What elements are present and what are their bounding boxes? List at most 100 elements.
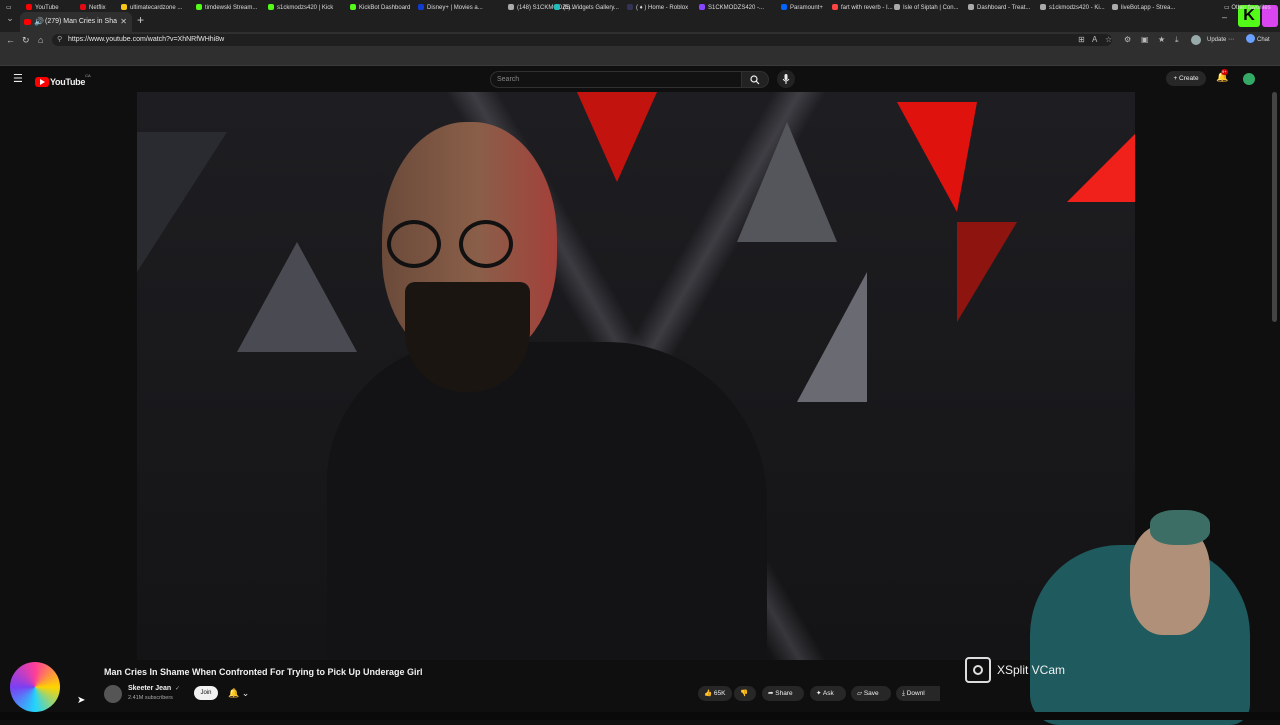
microphone-icon bbox=[782, 74, 790, 84]
bookmark-label: S1CKMODZS420 -... bbox=[708, 5, 765, 11]
download-button[interactable]: ⤓ Downl bbox=[896, 686, 940, 701]
create-button[interactable]: + Create bbox=[1166, 71, 1206, 86]
bookmark-favicon-icon bbox=[832, 4, 838, 10]
speaker-beard bbox=[405, 282, 530, 392]
stream-overlay-logo bbox=[10, 662, 60, 712]
bookmark-favicon-icon bbox=[196, 4, 202, 10]
bookmark-favicon-icon bbox=[699, 4, 705, 10]
hamburger-menu-icon[interactable]: ☰ bbox=[13, 73, 23, 85]
bookmark-item[interactable]: s1ckmodzs420 | Kick bbox=[268, 0, 333, 16]
voice-search-button[interactable] bbox=[777, 70, 795, 88]
bookmark-item[interactable]: liveBot.app - Strea... bbox=[1112, 0, 1175, 16]
bookmark-item[interactable]: KickBot Dashboard bbox=[350, 0, 410, 16]
subscription-bell-icon[interactable]: 🔔 ⌄ bbox=[228, 686, 249, 700]
reload-icon[interactable]: ↻ bbox=[22, 34, 30, 46]
bookmark-item[interactable]: Isle of Siptah | Con... bbox=[894, 0, 959, 16]
bookmark-other-favorites[interactable]: ▭ Other favorites bbox=[1224, 0, 1271, 16]
bookmark-item[interactable]: ultimatecardzone ... bbox=[121, 0, 182, 16]
channel-subscribers: 2.41M subscribers bbox=[128, 695, 173, 701]
share-button[interactable]: ➦ Share bbox=[762, 686, 804, 701]
bottom-edge bbox=[0, 712, 1280, 720]
bookmark-label: timdewski Stream... bbox=[205, 5, 258, 11]
xsplit-logo-icon bbox=[965, 657, 991, 683]
bookmark-label: (6) Widgets Gallery... bbox=[563, 5, 619, 11]
url-text[interactable]: https://www.youtube.com/watch?v=XhNRfWHh… bbox=[68, 34, 224, 46]
bookmark-item[interactable]: ( ♦ ) Home - Roblox bbox=[627, 0, 688, 16]
favorites-icon[interactable]: ★ bbox=[1158, 34, 1165, 46]
bookmark-item[interactable]: Paramount+ bbox=[781, 0, 823, 16]
verified-badge-icon: ✓ bbox=[175, 686, 181, 692]
bookmark-label: KickBot Dashboard bbox=[359, 5, 411, 11]
downloads-icon[interactable]: ⤓ bbox=[1175, 34, 1179, 46]
background-red-triangle bbox=[1067, 132, 1135, 202]
page-scrollbar[interactable] bbox=[1272, 92, 1277, 322]
bookmark-label: YouTube bbox=[35, 5, 59, 11]
search-icon bbox=[750, 75, 760, 85]
bookmark-favicon-icon bbox=[554, 4, 560, 10]
search-button[interactable] bbox=[741, 71, 769, 88]
favorite-star-icon[interactable]: ☆ bbox=[1105, 34, 1112, 46]
notification-count-badge: 9+ bbox=[1221, 69, 1228, 75]
bookmarks-folder-icon[interactable]: ▭ bbox=[6, 0, 12, 16]
bookmark-favicon-icon bbox=[26, 4, 32, 10]
bookmark-item[interactable]: YouTube bbox=[26, 0, 59, 16]
youtube-favicon-icon bbox=[24, 19, 31, 25]
bookmark-favicon-icon bbox=[508, 4, 514, 10]
bookmark-item[interactable]: Dashboard - Treat... bbox=[968, 0, 1030, 16]
background-red-triangle bbox=[897, 102, 977, 212]
bookmark-favicon-icon bbox=[80, 4, 86, 10]
copilot-icon bbox=[1246, 34, 1255, 43]
account-avatar[interactable] bbox=[1243, 73, 1255, 85]
youtube-play-icon bbox=[35, 76, 49, 87]
bookmark-label: Paramount+ bbox=[790, 5, 823, 11]
search-placeholder: Search bbox=[497, 76, 520, 83]
bookmark-label: Dashboard - Treat... bbox=[977, 5, 1031, 11]
glasses-right-lens bbox=[459, 220, 513, 268]
search-input[interactable]: Search bbox=[490, 71, 742, 88]
home-icon[interactable]: ⌂ bbox=[38, 34, 43, 46]
site-info-icon[interactable]: ⚲ bbox=[57, 35, 62, 43]
copilot-chat-button[interactable]: Chat bbox=[1246, 34, 1270, 46]
bookmark-label: ( ♦ ) Home - Roblox bbox=[636, 5, 689, 11]
bookmark-item[interactable]: fart with reverb - I... bbox=[832, 0, 893, 16]
bookmark-label: liveBot.app - Strea... bbox=[1121, 5, 1176, 11]
background-grey-triangle bbox=[137, 132, 227, 272]
xsplit-watermark: XSplit VCam bbox=[965, 657, 1065, 683]
bookmark-item[interactable]: S1CKMODZS420 -... bbox=[699, 0, 764, 16]
bookmark-favicon-icon bbox=[350, 4, 356, 10]
channel-name[interactable]: Skeeter Jean bbox=[128, 685, 171, 692]
mouse-cursor-icon: ➤ bbox=[77, 695, 86, 706]
bookmark-label: Isle of Siptah | Con... bbox=[903, 5, 959, 11]
profile-avatar[interactable] bbox=[1191, 35, 1201, 45]
update-button[interactable]: Update ⋯ bbox=[1207, 34, 1234, 46]
url-omnibox[interactable]: ⚲ https://www.youtube.com/watch?v=XhNRfW… bbox=[52, 34, 1112, 46]
bookmark-label: Disney+ | Movies a... bbox=[427, 5, 483, 11]
bookmark-item[interactable]: timdewski Stream... bbox=[196, 0, 257, 16]
bookmark-item[interactable]: Netflix bbox=[80, 0, 106, 16]
youtube-logo[interactable]: YouTubeCA bbox=[35, 73, 91, 87]
bookmark-favicon-icon bbox=[627, 4, 633, 10]
bookmark-label: s1ckmodzs420 | Kick bbox=[277, 5, 334, 11]
like-button[interactable]: 👍 65K bbox=[698, 686, 732, 701]
install-app-icon[interactable]: ⊞ bbox=[1078, 34, 1085, 46]
streamer-hair bbox=[1150, 510, 1210, 545]
background-red-triangle bbox=[577, 92, 657, 182]
bookmark-label: Netflix bbox=[89, 5, 106, 11]
save-button[interactable]: ▱ Save bbox=[851, 686, 891, 701]
bookmark-item[interactable]: Disney+ | Movies a... bbox=[418, 0, 483, 16]
split-screen-icon[interactable]: ▣ bbox=[1141, 34, 1149, 46]
bookmark-favicon-icon bbox=[968, 4, 974, 10]
channel-avatar[interactable] bbox=[104, 685, 122, 703]
bookmark-label: ultimatecardzone ... bbox=[130, 5, 183, 11]
dislike-button[interactable]: 👎 bbox=[734, 686, 756, 701]
ask-button[interactable]: ✦ Ask bbox=[810, 686, 846, 701]
background-grey-triangle bbox=[797, 272, 867, 402]
read-aloud-icon[interactable]: A bbox=[1092, 34, 1097, 46]
glasses-left-lens bbox=[387, 220, 441, 268]
bookmark-item[interactable]: s1ckmodzs420 - Ki... bbox=[1040, 0, 1105, 16]
extensions-icon[interactable]: ⚙ bbox=[1124, 34, 1131, 46]
back-arrow-icon[interactable]: ← bbox=[6, 34, 15, 46]
join-button[interactable]: Join bbox=[194, 686, 218, 700]
notifications-bell-icon[interactable]: 🔔 9+ bbox=[1216, 69, 1228, 84]
bookmark-item[interactable]: (6) Widgets Gallery... bbox=[554, 0, 619, 16]
